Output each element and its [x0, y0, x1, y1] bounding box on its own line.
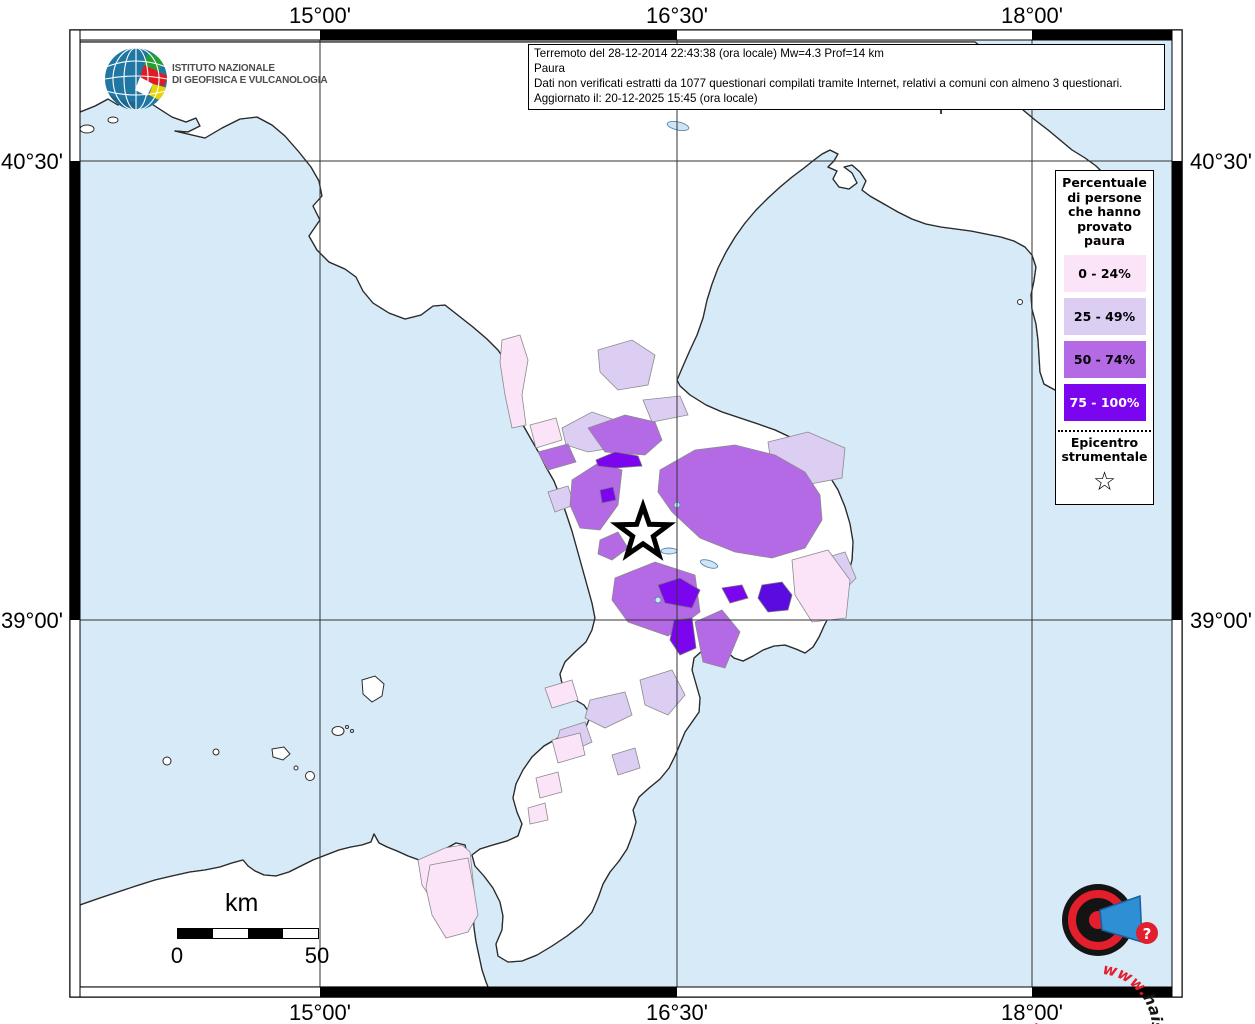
legend: Percentuale di persone che hanno provato… — [1055, 170, 1154, 505]
scalebar-segment — [213, 929, 248, 938]
legend-title-line: di persone — [1067, 189, 1142, 205]
legend-class-50-74: 50 - 74% — [1063, 340, 1146, 378]
ingv-wordmark: ISTITUTO NAZIONALE DI GEOFISICA E VULCAN… — [172, 63, 328, 87]
info-line-event: Terremoto del 28-12-2014 22:43:38 (ora l… — [534, 47, 884, 60]
legend-title-line: paura — [1084, 233, 1125, 248]
legend-class-75-100: 75 - 100% — [1063, 383, 1146, 421]
legend-class-25-49: 25 - 49% — [1063, 297, 1146, 335]
ingv-line2: DI GEOFISICA E VULCANOLOGIA — [172, 75, 328, 86]
axis-bottom-15: 15°00' — [289, 1000, 351, 1024]
info-line-source: Dati non verificati estratti da 1077 que… — [534, 76, 1123, 90]
scalebar-segment — [283, 929, 318, 938]
axis-right-3900: 39°00' — [1190, 608, 1252, 633]
epicenter-label-line1: Epicentro — [1070, 434, 1139, 450]
scalebar-start: 0 — [170, 943, 184, 968]
legend-title-line: che hanno — [1068, 204, 1141, 219]
legend-class-0-24: 0 - 24% — [1063, 254, 1146, 292]
info-line-effect: Paura — [534, 61, 565, 75]
question-mark: ? — [1143, 925, 1152, 943]
axis-left-3900: 39°00' — [1, 608, 63, 633]
legend-title-line: Percentuale — [1062, 175, 1147, 190]
axis-top-1630: 16°30' — [646, 3, 708, 28]
map-page: { "info_box": { "lines": [ "Terremoto de… — [0, 0, 1255, 1024]
axis-left-4030: 40°30' — [1, 149, 63, 174]
geographic-map: ? www.haisentitoilterremoto.it — [69, 29, 1183, 1024]
scalebar-end: 50 — [304, 943, 330, 968]
scalebar — [177, 928, 319, 939]
scalebar-segment — [248, 929, 283, 938]
axis-bottom-18: 18°00' — [1001, 1000, 1063, 1024]
info-line-updated: Aggiornato il: 20-12-2025 15:45 (ora loc… — [534, 91, 758, 105]
axis-top-15: 15°00' — [289, 3, 351, 28]
earthquake-info-box: Terremoto del 28-12-2014 22:43:38 (ora l… — [528, 44, 1165, 110]
epicenter-label-line2: strumentale — [1061, 449, 1148, 464]
axis-right-4030: 40°30' — [1190, 149, 1252, 174]
scalebar-segment — [178, 929, 213, 938]
axis-bottom-1630: 16°30' — [646, 1000, 708, 1024]
legend-title-line: provato — [1077, 218, 1132, 234]
scalebar-unit: km — [225, 889, 259, 917]
ingv-line1: ISTITUTO NAZIONALE — [172, 63, 275, 74]
legend-divider — [1058, 429, 1151, 432]
axis-top-18: 18°00' — [1001, 3, 1063, 28]
epicenter-star-symbol: ☆ — [1092, 466, 1117, 497]
